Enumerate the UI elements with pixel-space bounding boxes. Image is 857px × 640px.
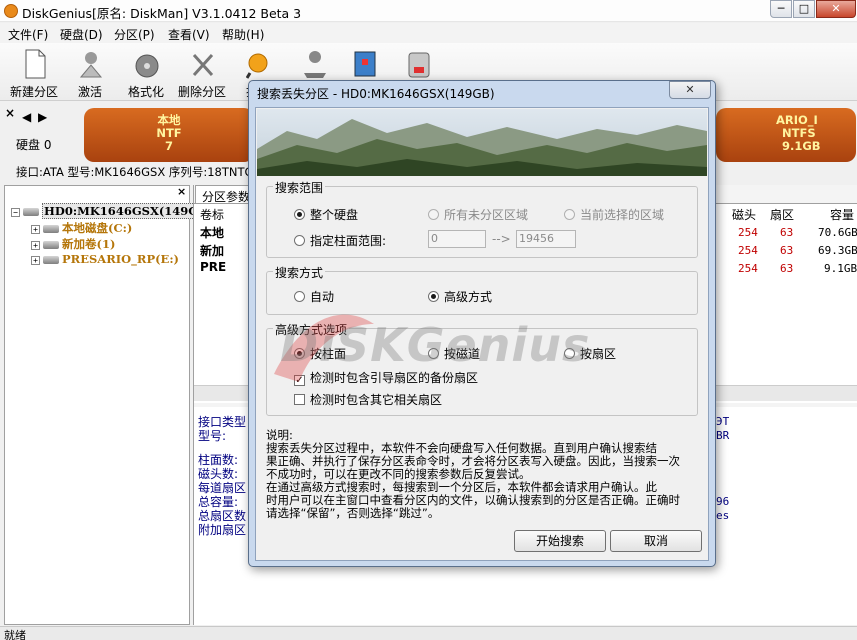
partition-icon xyxy=(43,241,59,249)
disk-label: 硬盘 0 xyxy=(16,138,52,152)
search-partition-icon xyxy=(246,53,268,79)
radio-whole-disk[interactable]: 整个硬盘 xyxy=(294,206,358,223)
checkbox-icon xyxy=(294,394,305,405)
expand-icon[interactable]: + xyxy=(31,224,40,234)
radio-icon xyxy=(428,209,439,220)
radio-current-area[interactable]: 当前选择的区域 xyxy=(564,206,664,223)
search-method-legend: 搜索方式 xyxy=(273,264,326,281)
disk-interface-info: 接口:ATA 型号:MK1646GSX 序列号:18TNTO xyxy=(16,165,254,179)
disk-tree-panel: × − HD0:MK1646GSX(149GB) + 本地磁盘(C:) + 新加卷(1… xyxy=(4,185,216,625)
partition-c-block[interactable]: 本地 NTF 7 xyxy=(84,108,254,162)
header-capacity[interactable]: 容量 xyxy=(830,206,854,223)
range-arrow: --> xyxy=(492,232,511,246)
tree-partition-c[interactable]: + 本地磁盘(C:) xyxy=(31,220,132,236)
backup-icon xyxy=(304,51,326,78)
title-bar: DiskGenius[原名: DiskMan] V3.1.0412 Beta 3… xyxy=(0,0,857,22)
menu-file[interactable]: 文件(F) xyxy=(8,26,48,43)
tree-partition-e[interactable]: + PRESARIO_RP(E:) xyxy=(31,252,179,266)
header-label[interactable]: 卷标 xyxy=(200,206,224,223)
detail-value: 96 xyxy=(716,495,730,508)
cancel-button[interactable]: 取消 xyxy=(610,530,702,552)
activate-button[interactable]: 激活 xyxy=(62,47,118,99)
collapse-icon[interactable]: − xyxy=(11,207,20,217)
detail-label: 附加扇区 xyxy=(198,523,247,537)
detail-value: ЭT xyxy=(716,415,730,428)
partition-icon xyxy=(43,256,59,264)
status-bar: 就绪 xyxy=(0,626,857,640)
format-button[interactable]: 格式化 xyxy=(118,47,174,99)
partition-icon xyxy=(43,225,59,233)
search-lost-partition-dialog: 搜索丢失分区 - HD0:MK1646GSX(149GB) ✕ 搜索范围 整个硬… xyxy=(248,80,716,567)
menu-disk[interactable]: 硬盘(D) xyxy=(60,26,103,43)
detail-value: es xyxy=(716,509,730,522)
tree-partition-1[interactable]: + 新加卷(1) xyxy=(31,236,115,252)
next-disk-button[interactable]: ▶ xyxy=(38,110,47,124)
delete-partition-button[interactable]: 删除分区 xyxy=(174,47,230,99)
delete-partition-icon xyxy=(192,53,214,77)
note-line: 请选择“保留”，否则选择“跳过”。 xyxy=(266,506,440,520)
radio-auto[interactable]: 自动 xyxy=(294,288,334,305)
dialog-close-button[interactable]: ✕ xyxy=(669,81,711,99)
menu-partition[interactable]: 分区(P) xyxy=(114,26,155,43)
expand-icon[interactable]: + xyxy=(31,255,40,265)
radio-cylinder-range[interactable]: 指定柱面范围: xyxy=(294,232,386,249)
app-logo-icon xyxy=(4,4,18,18)
radio-unpartitioned[interactable]: 所有未分区区域 xyxy=(428,206,528,223)
checkbox-include-other[interactable]: 检测时包含其它相关扇区 xyxy=(294,391,442,408)
cylinder-to-input[interactable]: 19456 xyxy=(516,230,576,248)
close-diskbar-button[interactable]: × xyxy=(5,106,15,120)
partition-e-size: 9.1GB xyxy=(782,139,821,153)
status-text: 就绪 xyxy=(4,629,26,640)
mountain-landscape-icon xyxy=(257,109,707,176)
menu-help[interactable]: 帮助(H) xyxy=(222,26,264,43)
disk-icon xyxy=(408,52,430,78)
dialog-body: 搜索范围 整个硬盘 所有未分区区域 当前选择的区域 指定柱面范围: 0 --> … xyxy=(255,107,709,561)
menu-bar: 文件(F) 硬盘(D) 分区(P) 查看(V) 帮助(H) xyxy=(0,23,857,43)
diskgenius-watermark: DiSKGenius xyxy=(280,318,591,372)
tree-disk-root[interactable]: − HD0:MK1646GSX(149GB) xyxy=(11,203,216,219)
hard-disk-icon xyxy=(23,208,39,216)
new-partition-icon xyxy=(25,49,46,79)
restore-icon xyxy=(354,51,376,77)
dialog-title: 搜索丢失分区 - HD0:MK1646GSX(149GB) xyxy=(257,87,495,101)
start-search-button[interactable]: 开始搜索 xyxy=(514,530,606,552)
maximize-button[interactable]: □ xyxy=(793,0,815,18)
detail-label: 型号: xyxy=(198,429,227,443)
mountain-banner-image xyxy=(257,109,707,176)
radio-icon xyxy=(564,209,575,220)
format-icon xyxy=(135,54,159,78)
new-partition-button[interactable]: 新建分区 xyxy=(6,47,62,99)
header-heads[interactable]: 磁头 xyxy=(732,206,756,223)
radio-selected-icon xyxy=(428,291,439,302)
radio-icon xyxy=(294,235,305,246)
cylinder-from-input[interactable]: 0 xyxy=(428,230,486,248)
radio-icon xyxy=(294,291,305,302)
close-window-button[interactable]: ✕ xyxy=(816,0,856,18)
menu-view[interactable]: 查看(V) xyxy=(168,26,210,43)
detail-value: BR xyxy=(716,429,730,442)
search-scope-legend: 搜索范围 xyxy=(273,179,326,196)
prev-disk-button[interactable]: ◀ xyxy=(22,110,31,124)
activate-icon xyxy=(79,52,103,78)
header-sectors[interactable]: 扇区 xyxy=(770,206,794,223)
partition-c-size: 7 xyxy=(164,139,173,153)
radio-advanced[interactable]: 高级方式 xyxy=(428,288,492,305)
minimize-button[interactable]: ─ xyxy=(770,0,792,18)
expand-icon[interactable]: + xyxy=(31,240,40,250)
partition-e-block[interactable]: ARIO_I NTFS 9.1GB xyxy=(716,108,856,162)
radio-selected-icon xyxy=(294,209,305,220)
close-tree-button[interactable]: × xyxy=(177,185,186,198)
window-title: DiskGenius[原名: DiskMan] V3.1.0412 Beta 3 xyxy=(22,6,302,21)
